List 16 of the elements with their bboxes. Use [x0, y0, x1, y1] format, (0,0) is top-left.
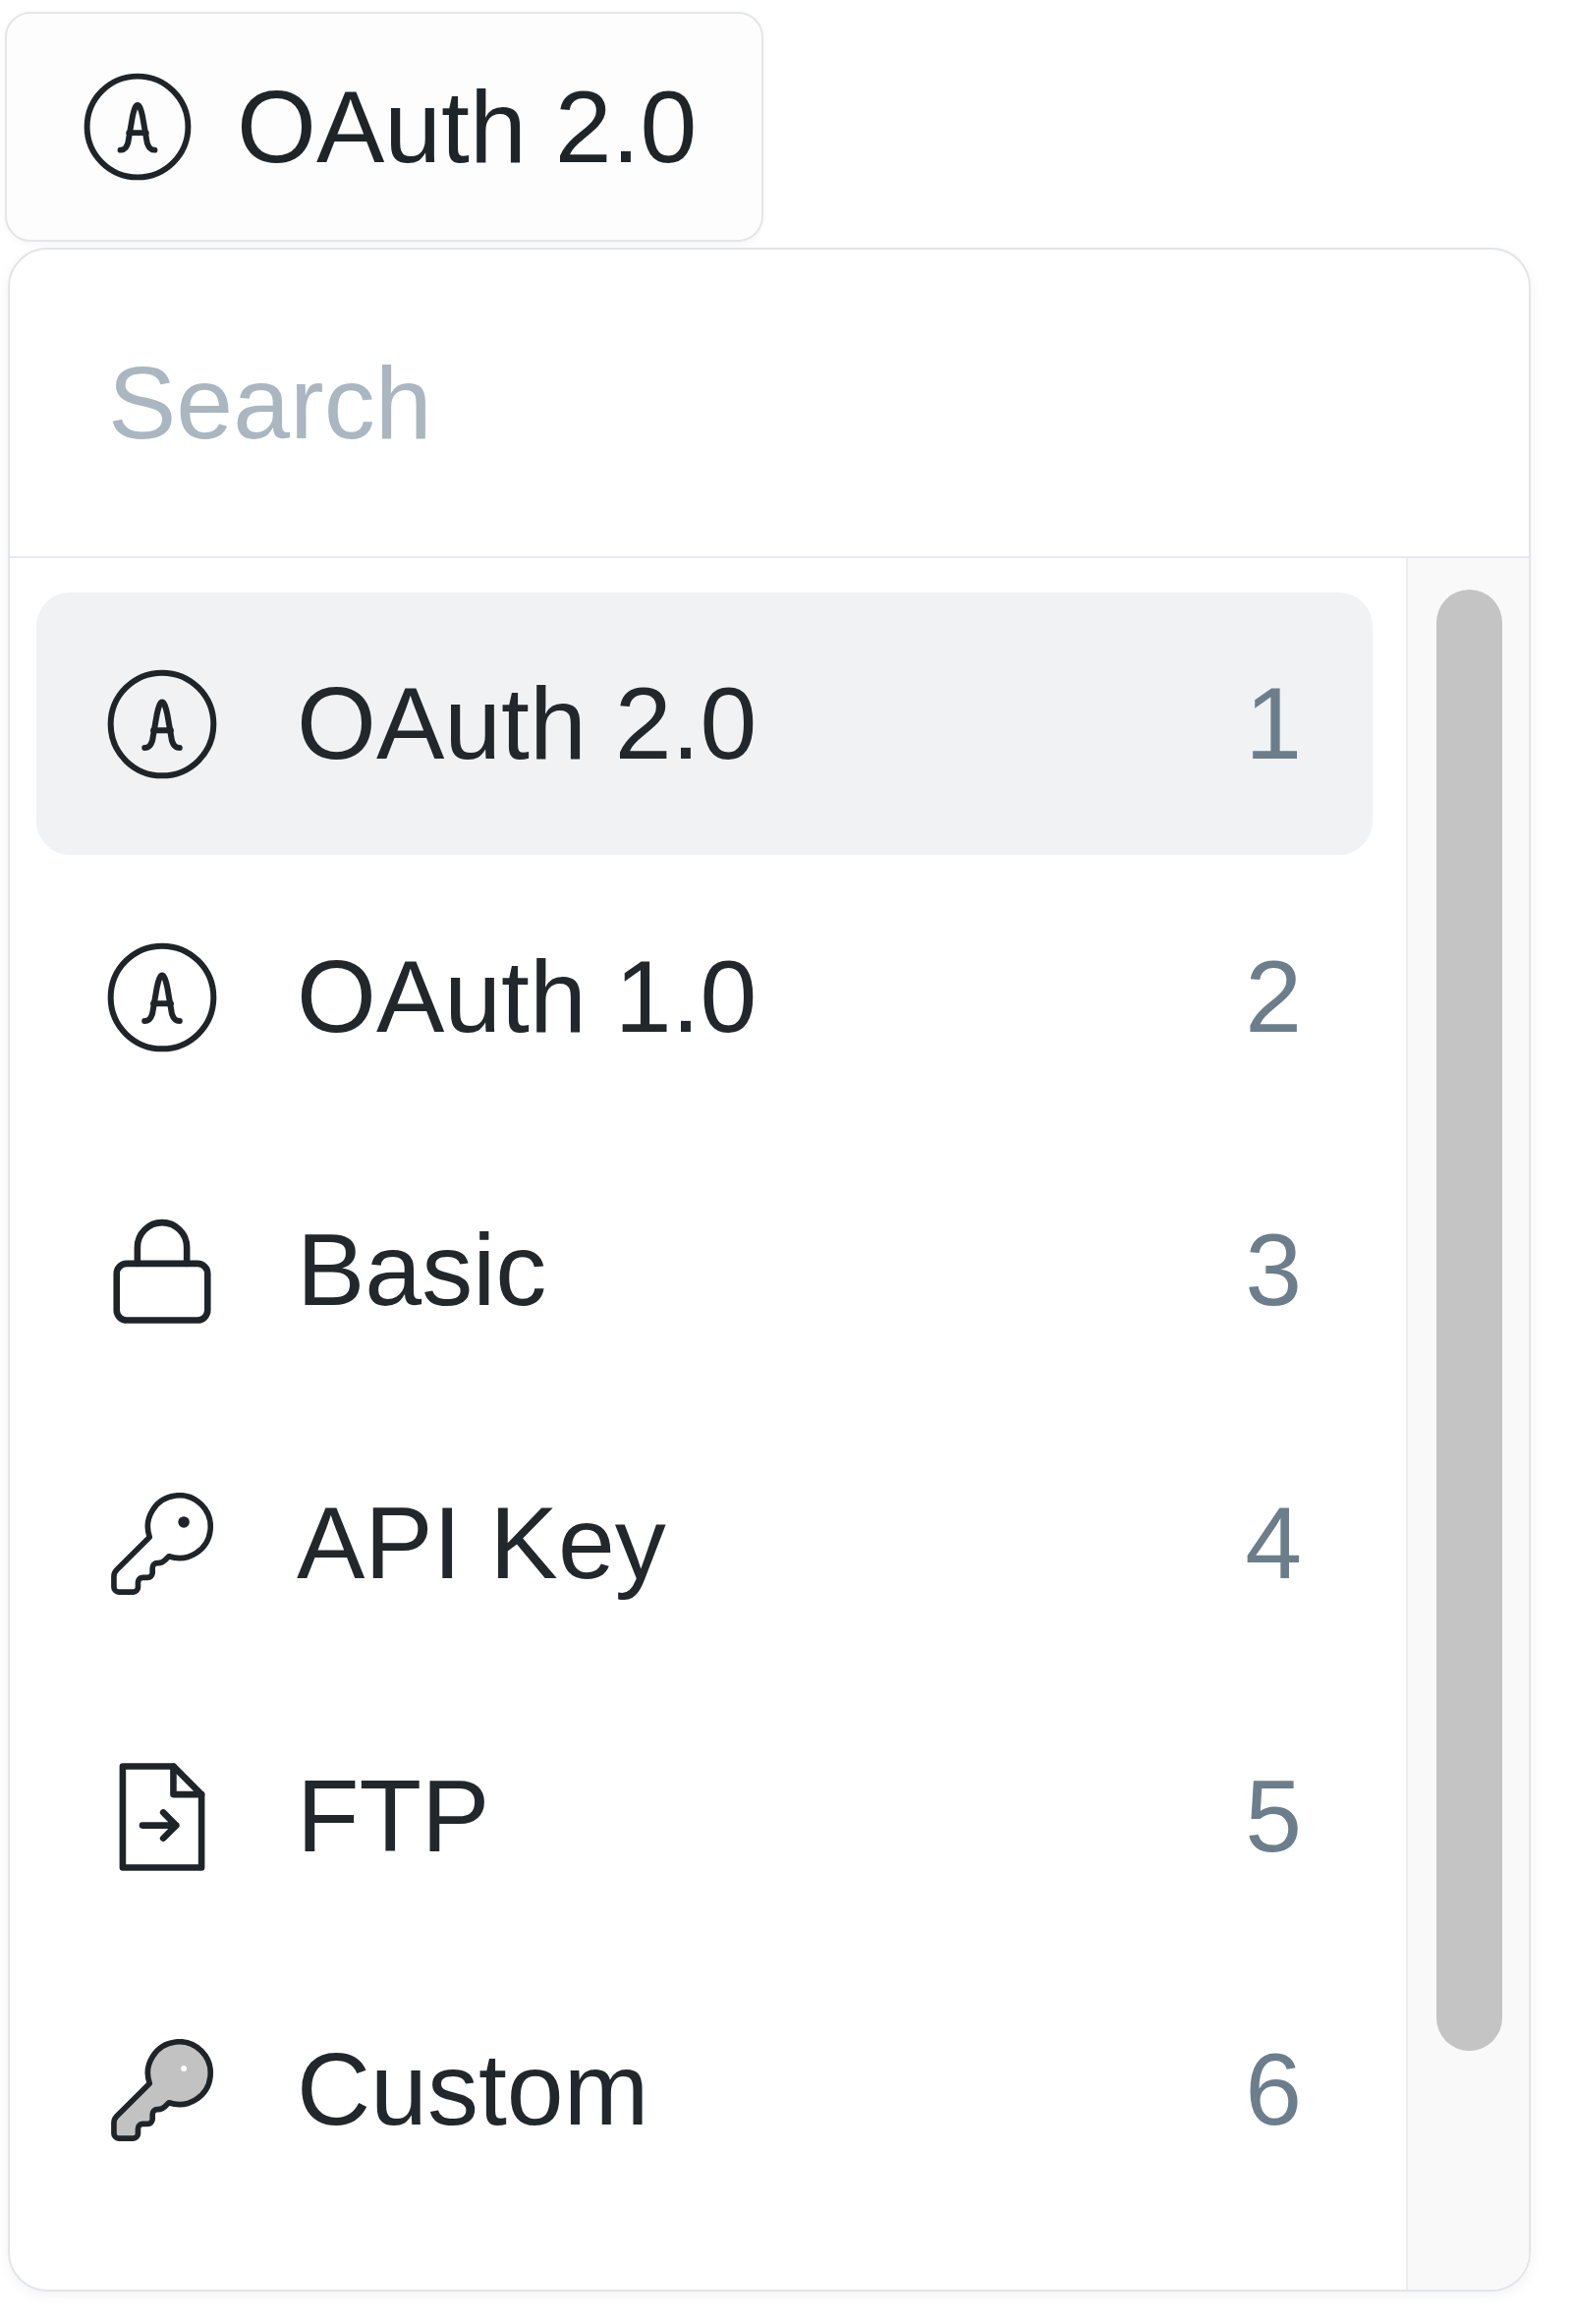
- circled-a-icon: [107, 668, 217, 779]
- lock-icon: [113, 1217, 211, 1324]
- shortcut-number: 2: [1245, 938, 1302, 1055]
- key-icon: [111, 1492, 213, 1595]
- key-icon: [111, 2038, 213, 2141]
- shortcut-number: 1: [1245, 665, 1302, 782]
- shortcut-number: 4: [1245, 1485, 1302, 1602]
- shortcut-number: 6: [1245, 2031, 1302, 2148]
- circled-a-icon: [107, 941, 217, 1052]
- auth-type-button[interactable]: OAuth 2.0: [5, 12, 763, 242]
- file-arrow-icon: [119, 1762, 205, 1871]
- shortcut-number: 5: [1245, 1758, 1302, 1875]
- menu-item[interactable]: OAuth 2.0 1: [36, 593, 1373, 855]
- circled-a-icon: [84, 73, 192, 181]
- shortcut-number: 3: [1245, 1212, 1302, 1329]
- search-field[interactable]: Search: [10, 250, 1529, 558]
